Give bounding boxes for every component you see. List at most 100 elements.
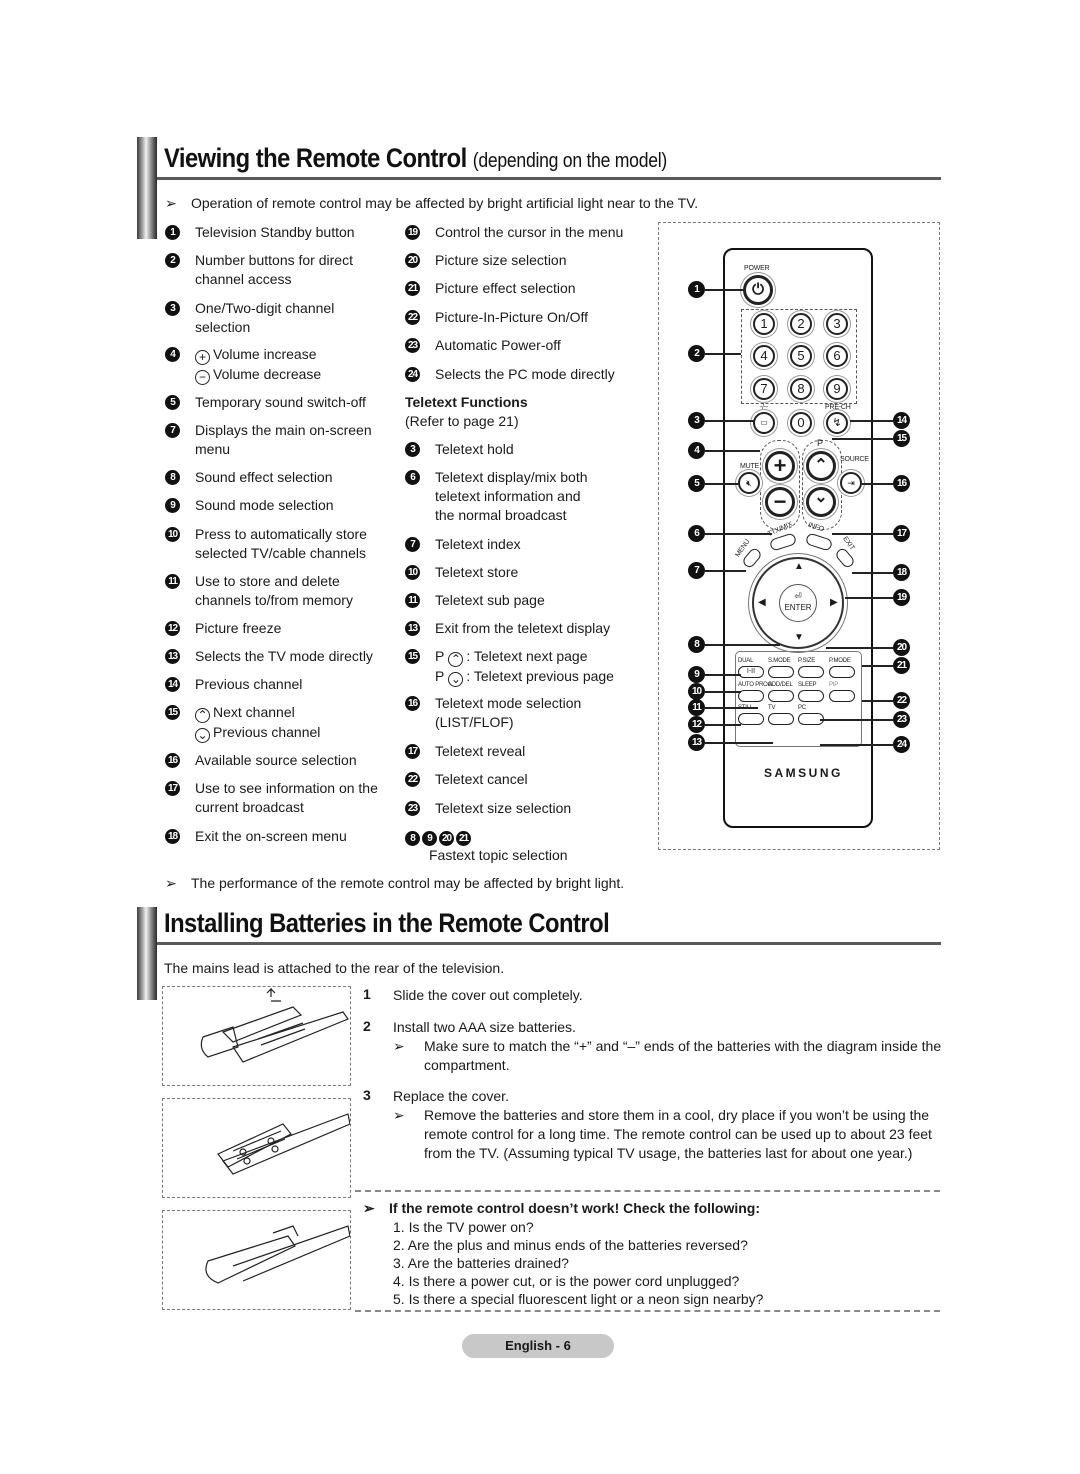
channel-down-button[interactable]: ⌄ [806,487,836,517]
arrow-icon: ➢ [165,875,177,891]
item-description: Previous channel [195,675,302,694]
digit-button[interactable]: 7 [753,378,775,400]
digit-button[interactable]: 4 [753,345,775,367]
troubleshoot-item: 1. Is the TV power on? [393,1219,534,1235]
callout-badge: 14 [893,412,910,429]
function-button[interactable]: I-II [738,666,764,678]
function-button[interactable] [829,690,855,702]
function-button[interactable] [829,666,855,678]
leader-line [845,597,893,599]
volume-up-button[interactable]: + [765,451,795,481]
step-note-text: Remove the batteries and store them in a… [424,1107,932,1161]
enter-button[interactable]: ⏎ ENTER [779,584,817,622]
callout-badge: 21 [893,657,910,674]
mute-label: MUTE [740,463,760,470]
leader-line [862,700,893,702]
description-text: Previous channel [213,724,321,740]
function-button[interactable] [768,713,794,725]
description-line: Use to store and delete [195,572,353,591]
title-main: Viewing the Remote Control [164,143,467,173]
description-text: Television Standby button [195,224,355,240]
channel-up-button[interactable]: ⌃ [806,451,836,481]
item-number-badge: 3 [405,442,420,457]
description-line: Teletext index [435,536,521,552]
item-description: Picture freeze [195,619,281,638]
dash-label: -/-- [760,404,769,411]
function-button[interactable] [768,690,794,702]
fastext-number-badges: 8 9 20 21 [405,827,568,846]
item-number-badge: 15 [165,705,180,720]
leader-line [705,570,746,572]
description-text: current broadcast [195,799,304,815]
function-label: PC [798,705,806,711]
item-description: Sound effect selection [195,468,333,487]
function-button[interactable] [798,690,824,702]
function-label: DUAL [738,658,754,664]
power-button[interactable]: ⏻ [743,275,773,305]
description-text: Available source selection [195,752,357,768]
description-line: selection [195,318,334,337]
item-description: Teletext index [435,535,521,554]
description-text: Number buttons for direct [195,252,353,268]
item-number-badge: 6 [405,470,420,485]
item-number-badge: 15 [405,649,420,664]
arrow-icon: ➢ [393,1107,405,1123]
digit-button[interactable]: 5 [790,345,812,367]
description-line: Selects the TV mode directly [195,647,373,666]
left-arrow-icon[interactable]: ◀ [758,598,766,608]
power-label: POWER [744,265,770,272]
page-number-badge: English - 6 [462,1334,614,1358]
arrow-icon: ➢ [165,195,177,211]
item-description: Available source selection [195,751,357,770]
item-number-badge: 7 [405,537,420,552]
item-number-badge: 2 [165,253,180,268]
description-line: Teletext cancel [435,771,528,787]
leader-line [826,647,893,649]
callout-badge: 18 [893,564,910,581]
source-button[interactable]: ⇥ [840,472,862,494]
item-number-badge: 10 [165,527,180,542]
leader-line [705,483,740,485]
item-description: Selects the TV mode directly [195,647,373,666]
function-button[interactable] [768,666,794,678]
item-description: + Volume increase − Volume decrease [195,345,321,385]
volume-down-button[interactable]: − [765,487,795,517]
item-description: Teletext sub page [435,591,545,610]
item-description: Teletext cancel [435,770,528,789]
description-line: selected TV/cable channels [195,544,367,563]
digit-button[interactable]: 0 [790,412,812,434]
description-text: Automatic Power-off [435,337,561,353]
digit-button[interactable]: 3 [826,313,848,335]
heading-rule [157,942,941,945]
digit-button[interactable]: 6 [826,345,848,367]
troubleshoot-heading-text: If the remote control doesn’t work! Chec… [389,1200,761,1216]
function-label: P.SIZE [798,658,816,664]
remote-cover-open-illustration [200,987,349,1063]
digit-button[interactable]: 2 [790,313,812,335]
description-line: menu [195,440,372,459]
mute-button[interactable]: 🔇︎ [738,472,760,494]
item-number-badge: 16 [165,753,180,768]
description-text: Control the cursor in the menu [435,224,624,240]
callout-badge: 5 [688,475,705,492]
leader-line [705,644,780,646]
digit-button[interactable]: 9 [826,378,848,400]
callout-badge: 23 [893,711,910,728]
item-description: Picture-In-Picture On/Off [435,308,588,327]
one-two-digit-button[interactable]: ▭ [753,412,775,434]
description-text: Temporary sound switch-off [195,394,366,410]
description-line: Selects the PC mode directly [435,365,615,384]
up-arrow-icon[interactable]: ▲ [794,562,804,572]
battery-illustration-2 [162,1098,351,1198]
function-button[interactable] [798,666,824,678]
function-button[interactable] [738,713,764,725]
prech-button[interactable]: ↯ [826,412,848,434]
description-line: channel access [195,270,353,289]
digit-button[interactable]: 1 [753,313,775,335]
right-arrow-icon[interactable]: ▶ [830,598,838,608]
brand-logo: SAMSUNG [764,766,843,780]
function-button[interactable] [738,690,764,702]
leader-line [705,420,755,422]
digit-button[interactable]: 8 [790,378,812,400]
down-arrow-icon[interactable]: ▼ [794,633,804,643]
